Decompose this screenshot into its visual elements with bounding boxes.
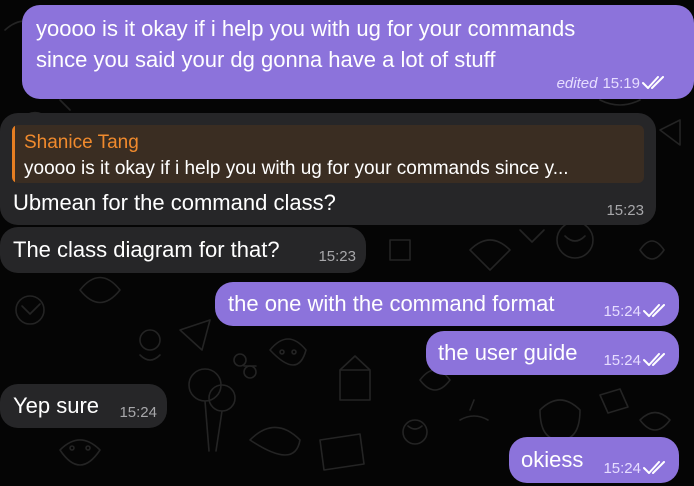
- message-text: Ubmean for the command class?: [13, 190, 336, 215]
- message-text: Yep sure: [13, 393, 100, 418]
- message-meta: edited 15:19: [557, 75, 668, 93]
- read-checkmarks-icon: [643, 304, 665, 317]
- message-meta: 15:24: [603, 352, 669, 370]
- message-time: 15:23: [606, 202, 644, 219]
- reply-accent-bar: [12, 125, 15, 183]
- message-text: The class diagram for that?: [13, 237, 280, 262]
- message-time: 15:24: [119, 404, 157, 421]
- message-text-line: yoooo is it okay if i help you with ug f…: [36, 16, 576, 41]
- reply-author: Shanice Tang: [24, 132, 139, 153]
- message-time: 15:24: [603, 352, 641, 369]
- outgoing-message[interactable]: the user guide 15:24: [426, 331, 679, 375]
- outgoing-message[interactable]: the one with the command format 15:24: [215, 282, 679, 326]
- message-time: 15:19: [602, 75, 640, 92]
- message-time: 15:24: [603, 460, 641, 477]
- outgoing-message[interactable]: okiess 15:24: [509, 437, 679, 483]
- edited-label: edited: [556, 75, 598, 92]
- reply-preview[interactable]: Shanice Tang yoooo is it okay if i help …: [12, 125, 644, 183]
- read-checkmarks-icon: [643, 461, 665, 474]
- message-text: the user guide: [438, 340, 578, 365]
- read-checkmarks-icon: [643, 353, 665, 366]
- message-text-line: since you said your dg gonna have a lot …: [36, 47, 496, 72]
- message-time: 15:24: [603, 303, 641, 320]
- reply-snippet: yoooo is it okay if i help you with ug f…: [24, 158, 569, 179]
- incoming-message-with-reply[interactable]: Shanice Tang yoooo is it okay if i help …: [0, 113, 656, 225]
- incoming-message[interactable]: Yep sure 15:24: [0, 384, 167, 428]
- message-meta: 15:24: [603, 460, 669, 478]
- message-meta: 15:24: [603, 303, 669, 321]
- message-time: 15:23: [318, 248, 356, 265]
- message-text: the one with the command format: [228, 291, 555, 316]
- read-checkmarks-icon: [642, 76, 664, 89]
- message-text: okiess: [521, 447, 584, 472]
- incoming-message[interactable]: The class diagram for that? 15:23: [0, 227, 366, 273]
- outgoing-message[interactable]: yoooo is it okay if i help you with ug f…: [22, 5, 694, 99]
